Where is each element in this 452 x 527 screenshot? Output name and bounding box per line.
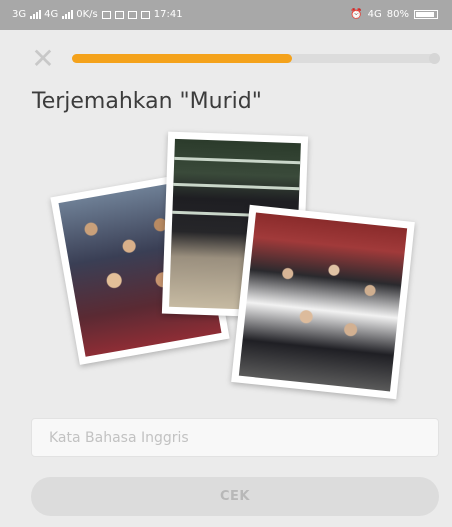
alarm-icon: ⏰ bbox=[350, 9, 363, 20]
signal-icon bbox=[62, 10, 74, 19]
lesson-progress-bar bbox=[72, 53, 440, 64]
message-icon bbox=[127, 10, 137, 19]
network-label-3g: 3G bbox=[12, 9, 27, 20]
notification-icon bbox=[101, 10, 111, 19]
status-time: 17:41 bbox=[153, 9, 183, 20]
status-bar: 3G 4G 0K/s 17:41 ⏰ 4G 80% bbox=[0, 0, 452, 30]
image-card-3[interactable] bbox=[231, 204, 415, 400]
notification-icon bbox=[114, 10, 124, 19]
network-speed: 0K/s bbox=[76, 9, 98, 20]
question-title: Terjemahkan "Murid" bbox=[32, 89, 262, 114]
battery-icon bbox=[414, 10, 438, 19]
signal-icon bbox=[30, 10, 42, 19]
close-icon[interactable]: ✕ bbox=[30, 45, 56, 73]
progress-fill bbox=[72, 54, 292, 63]
students-in-hall-photo bbox=[238, 212, 408, 392]
network-label-right: 4G bbox=[367, 9, 382, 20]
progress-end-dot bbox=[429, 53, 440, 64]
answer-input[interactable] bbox=[31, 418, 439, 457]
check-button[interactable]: CEK bbox=[31, 477, 439, 516]
message-icon bbox=[140, 10, 150, 19]
battery-percent: 80% bbox=[386, 9, 409, 20]
network-label-4g: 4G bbox=[44, 9, 59, 20]
